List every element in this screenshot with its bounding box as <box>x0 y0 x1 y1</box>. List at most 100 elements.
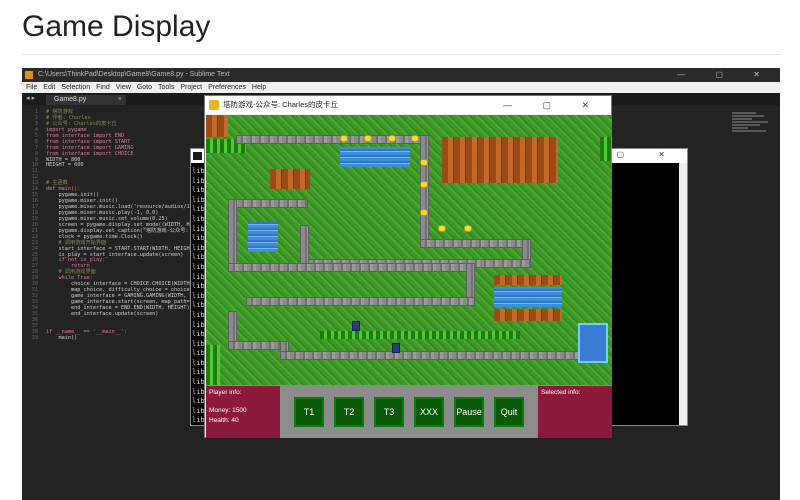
console-line: lib <box>192 186 205 195</box>
enemy-creep <box>420 209 428 216</box>
xxx-button[interactable]: XXX <box>414 397 444 427</box>
dirt-strip <box>494 275 562 285</box>
path-segment <box>300 225 309 267</box>
console-line: lib <box>192 330 205 339</box>
console-line: lib <box>192 262 205 271</box>
minimap[interactable] <box>732 112 772 142</box>
editor-menubar: File Edit Selection Find View Goto Tools Projec… <box>22 82 780 93</box>
path-segment <box>228 263 474 272</box>
game-app-icon <box>209 100 219 110</box>
console-line: lib <box>192 406 205 415</box>
path-segment <box>246 297 475 306</box>
console-line: lib <box>192 272 205 281</box>
enemy-creep <box>464 225 472 232</box>
menu-item[interactable]: Help <box>252 84 266 91</box>
menu-item[interactable]: Edit <box>43 84 55 91</box>
menu-item[interactable]: Find <box>96 84 110 91</box>
game-window-title: 塔防游戏-公众号: Charles的皮卡丘 <box>223 100 339 109</box>
path-segment <box>280 351 590 360</box>
water-river <box>494 287 562 307</box>
game-hud: Player info: Money: 1500 Health: 40 T1 T… <box>206 385 612 438</box>
tower-t2-button[interactable]: T2 <box>334 397 364 427</box>
menu-item[interactable]: Selection <box>61 84 90 91</box>
path-segment <box>228 199 308 208</box>
player-base-castle <box>578 323 608 363</box>
tower-t1-button[interactable]: T1 <box>294 397 324 427</box>
enemy-creep <box>438 225 446 232</box>
player-info-label: Player info: <box>209 389 242 396</box>
quit-button[interactable]: Quit <box>494 397 524 427</box>
tab-close-icon[interactable]: × <box>118 95 122 105</box>
water-pond <box>248 222 278 252</box>
path-segment <box>420 135 429 247</box>
editor-window-controls[interactable]: — ▢ ✕ <box>677 68 774 82</box>
console-line: lib <box>192 387 205 396</box>
menu-item[interactable]: Project <box>180 84 202 91</box>
selected-info-label: Selected info: <box>541 389 581 396</box>
water-pool <box>340 147 410 167</box>
path-segment <box>228 199 237 269</box>
console-output: lib lib lib lib lib lib lib lib lib lib lib lib lib l… <box>192 167 205 426</box>
tower-t3-button[interactable]: T3 <box>374 397 404 427</box>
console-line: lib <box>192 339 205 348</box>
console-line: lib <box>192 301 205 310</box>
title-divider <box>22 54 780 55</box>
console-line: lib <box>192 310 205 319</box>
hedge-right <box>600 137 612 161</box>
page-title: Game Display <box>22 10 211 43</box>
console-line: lib <box>192 214 205 223</box>
menu-item[interactable]: Goto <box>137 84 152 91</box>
pause-button[interactable]: Pause <box>454 397 484 427</box>
game-board[interactable] <box>206 115 612 385</box>
enemy-creep <box>340 135 348 142</box>
path-segment <box>228 341 288 350</box>
path-segment <box>420 239 530 248</box>
console-icon <box>193 152 202 160</box>
dirt-tile <box>206 115 228 137</box>
menu-item[interactable]: Preferences <box>208 84 246 91</box>
console-line: lib <box>192 320 205 329</box>
console-line: lib <box>192 358 205 367</box>
game-window-controls[interactable]: — ▢ ✕ <box>503 96 603 114</box>
console-line: lib <box>192 224 205 233</box>
console-line: lib <box>192 205 205 214</box>
console-line: lib <box>192 416 205 425</box>
console-line: lib <box>192 234 205 243</box>
selected-info-panel: Selected info: <box>538 386 612 438</box>
enemy-creep <box>388 135 396 142</box>
console-scrollbar[interactable] <box>679 163 687 425</box>
code-text: end_interface.update(screen) <box>46 310 159 317</box>
tab-nav-arrows-icon[interactable]: ◂ ▸ <box>26 94 35 102</box>
placed-tower[interactable] <box>352 321 360 331</box>
enemy-creep <box>420 159 428 166</box>
console-line: lib <box>192 167 205 175</box>
console-line: lib <box>192 349 205 358</box>
game-window: 塔防游戏-公众号: Charles的皮卡丘 — ▢ ✕ Player info:… <box>204 95 612 438</box>
console-line: lib <box>192 253 205 262</box>
menu-item[interactable]: Tools <box>158 84 174 91</box>
dirt-patch <box>270 169 310 189</box>
editor-titlebar: C:\Users\ThinkPad\Desktop\Game8\Game8.py… <box>22 68 780 82</box>
editor-window-title: C:\Users\ThinkPad\Desktop\Game8\Game8.py… <box>38 71 230 78</box>
placed-tower[interactable] <box>392 343 400 353</box>
console-line: lib <box>192 195 205 204</box>
tab-game8[interactable]: Game8.py × <box>46 95 126 105</box>
hedge-left <box>206 345 220 385</box>
game-titlebar: 塔防游戏-公众号: Charles的皮卡丘 — ▢ ✕ <box>205 96 611 114</box>
console-line: lib <box>192 291 205 300</box>
console-line: lib <box>192 176 205 185</box>
code-text: main() <box>46 334 78 341</box>
console-line: lib <box>192 368 205 377</box>
menu-item[interactable]: View <box>116 84 131 91</box>
money-label: Money: 1500 <box>209 407 247 414</box>
enemy-creep <box>411 135 419 142</box>
enemy-creep <box>420 181 428 188</box>
menu-item[interactable]: File <box>26 84 37 91</box>
enemy-creep <box>364 135 372 142</box>
tab-label: Game8.py <box>54 96 87 103</box>
health-label: Health: 40 <box>209 417 239 424</box>
console-line: lib <box>192 243 205 252</box>
player-info-panel: Player info: Money: 1500 Health: 40 <box>206 386 280 438</box>
line-number: 39 <box>31 334 38 341</box>
code-text: HEIGHT = 600 <box>46 162 84 169</box>
